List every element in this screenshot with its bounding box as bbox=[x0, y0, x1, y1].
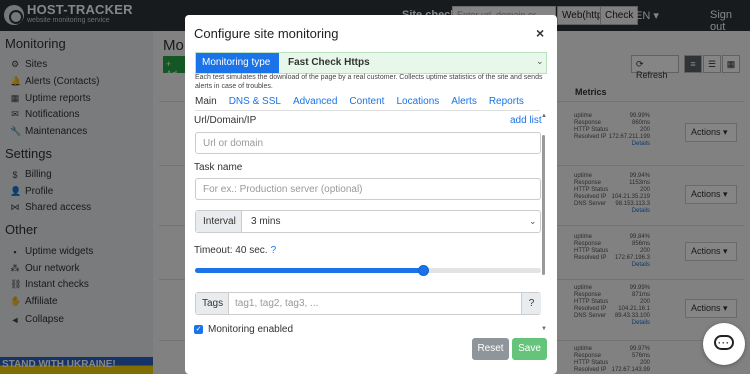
scroll-down-arrow-icon[interactable]: ▼ bbox=[541, 326, 547, 332]
url-label: Url/Domain/IP bbox=[194, 115, 257, 126]
dialog-scrollbar[interactable] bbox=[542, 135, 545, 275]
timeout-slider[interactable] bbox=[195, 265, 541, 276]
timeout-slider-thumb[interactable] bbox=[418, 265, 429, 276]
tab-locations[interactable]: Locations bbox=[396, 96, 439, 107]
timeout-slider-fill bbox=[195, 268, 423, 273]
interval-value: 3 mins bbox=[251, 216, 281, 227]
tab-reports[interactable]: Reports bbox=[489, 96, 524, 107]
monitoring-enabled-checkbox[interactable]: ✓ bbox=[194, 325, 203, 334]
monitoring-type-value: Fast Check Https bbox=[288, 57, 370, 68]
configure-monitoring-dialog: Configure site monitoring × Monitoring t… bbox=[185, 15, 557, 374]
monitoring-type-label: Monitoring type bbox=[196, 53, 279, 73]
task-name-label: Task name bbox=[194, 162, 243, 173]
tab-content[interactable]: Content bbox=[349, 96, 384, 107]
monitoring-enabled-label: Monitoring enabled bbox=[208, 324, 294, 335]
chevron-down-icon: ⌄ bbox=[529, 216, 537, 226]
tabs-divider bbox=[195, 110, 540, 111]
monitoring-type-select[interactable]: Monitoring type Fast Check Https ⌄ bbox=[195, 52, 547, 74]
timeout-label: Timeout: 40 sec. bbox=[194, 245, 268, 256]
tab-advanced[interactable]: Advanced bbox=[293, 96, 337, 107]
dialog-title: Configure site monitoring bbox=[194, 26, 339, 41]
chat-dots-icon: ··· bbox=[718, 338, 730, 348]
url-input[interactable]: Url or domain bbox=[195, 132, 541, 154]
tab-dns-ssl[interactable]: DNS & SSL bbox=[229, 96, 281, 107]
task-name-input[interactable]: For ex.: Production server (optional) bbox=[195, 178, 541, 200]
tags-help-button[interactable]: ? bbox=[521, 293, 541, 314]
reset-button[interactable]: Reset bbox=[472, 338, 509, 360]
monitoring-type-description: Each test simulates the download of the … bbox=[195, 74, 543, 90]
interval-label: Interval bbox=[196, 211, 242, 232]
tab-alerts[interactable]: Alerts bbox=[451, 96, 477, 107]
timeout-label-row: Timeout: 40 sec.? bbox=[194, 245, 276, 256]
tags-label: Tags bbox=[196, 293, 229, 314]
add-list-link[interactable]: add list bbox=[510, 115, 542, 126]
dialog-tabs: Main DNS & SSL Advanced Content Location… bbox=[195, 96, 536, 107]
close-icon[interactable]: × bbox=[536, 25, 544, 41]
chat-button[interactable]: ··· bbox=[703, 323, 745, 365]
tab-main[interactable]: Main bbox=[195, 96, 217, 107]
monitoring-enabled-row[interactable]: ✓ Monitoring enabled bbox=[194, 324, 293, 335]
interval-select[interactable]: Interval 3 mins ⌄ bbox=[195, 210, 541, 233]
tags-input[interactable]: tag1, tag2, tag3, ... bbox=[235, 298, 318, 309]
tags-field[interactable]: Tags tag1, tag2, tag3, ... ? bbox=[195, 292, 541, 315]
scroll-up-arrow-icon[interactable]: ▲ bbox=[541, 113, 547, 119]
timeout-help-icon[interactable]: ? bbox=[271, 245, 277, 256]
chevron-down-icon: ⌄ bbox=[536, 56, 544, 66]
save-button[interactable]: Save bbox=[512, 338, 547, 360]
